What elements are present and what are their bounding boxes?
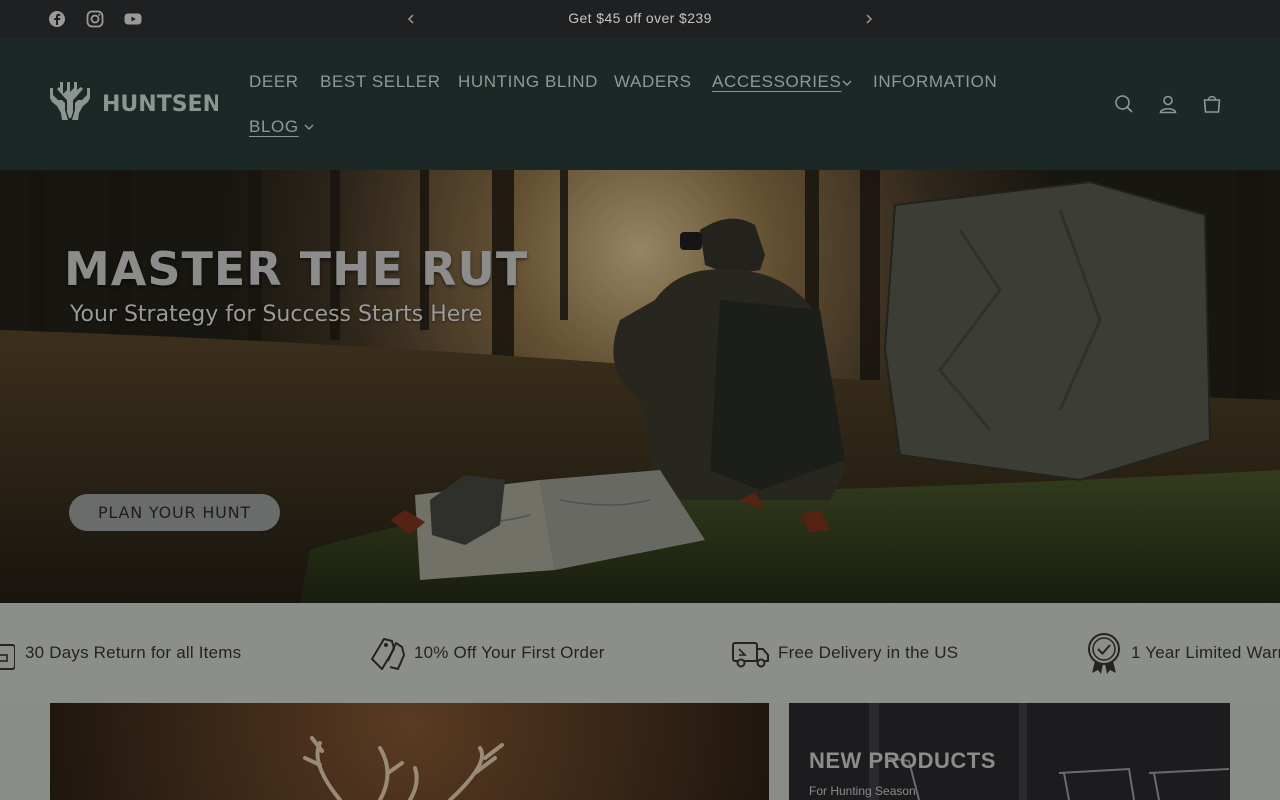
chevron-right-icon[interactable] [859,9,879,29]
feature-text: 1 Year Limited Warranty [1131,643,1280,662]
account-icon[interactable] [1156,92,1180,116]
huntsen-logo[interactable]: HUNTSEN [48,78,218,128]
chevron-down-icon[interactable] [842,79,852,87]
feature-text: 10% Off Your First Order [414,643,605,662]
feature-strip: 30 Days Return for all Items 10% Off You… [0,603,1280,703]
announcement-text: Get $45 off over $239 [568,10,712,26]
site-header: HUNTSEN DEER BEST SELLER HUNTING BLIND W… [0,38,1280,170]
instagram-icon[interactable] [85,9,105,29]
hero-forest-image [0,170,1280,603]
new-products-subtitle: For Hunting Season [809,784,916,798]
hero-banner: MASTER THE RUT Your Strategy for Success… [0,170,1280,603]
new-products-title: NEW PRODUCTS [809,748,996,773]
deer-collection-card[interactable] [50,703,769,800]
facebook-icon[interactable] [47,9,67,29]
youtube-icon[interactable] [123,9,143,29]
announcement-bar: Get $45 off over $239 [0,0,1280,38]
return-box-icon [0,644,15,670]
nav-blog[interactable]: BLOG [249,117,299,137]
nav-best-seller[interactable]: BEST SELLER [320,72,441,92]
feature-text: 30 Days Return for all Items [25,643,242,662]
delivery-truck-icon [732,642,769,668]
warranty-badge-icon [1088,633,1120,674]
nav-deer[interactable]: DEER [249,72,299,92]
nav-hunting-blind[interactable]: HUNTING BLIND [458,72,598,92]
deer-antler-image [50,703,769,800]
chevron-left-icon[interactable] [401,9,421,29]
price-tag-icon [371,638,405,670]
hero-title: MASTER THE RUT [64,242,529,296]
nav-information[interactable]: INFORMATION [873,72,997,92]
cart-icon[interactable] [1200,92,1224,116]
plan-your-hunt-button[interactable]: PLAN YOUR HUNT [69,494,280,531]
collections-section: NEW PRODUCTS For Hunting Season [0,703,1280,800]
nav-accessories[interactable]: ACCESSORIES [712,72,841,92]
hero-subtitle: Your Strategy for Success Starts Here [70,302,483,327]
chevron-down-icon[interactable] [304,123,314,131]
search-icon[interactable] [1112,92,1136,116]
nav-waders[interactable]: WADERS [614,72,692,92]
svg-text:HUNTSEN: HUNTSEN [102,92,218,117]
new-products-card[interactable]: NEW PRODUCTS For Hunting Season [789,703,1230,800]
feature-text: Free Delivery in the US [778,643,959,662]
